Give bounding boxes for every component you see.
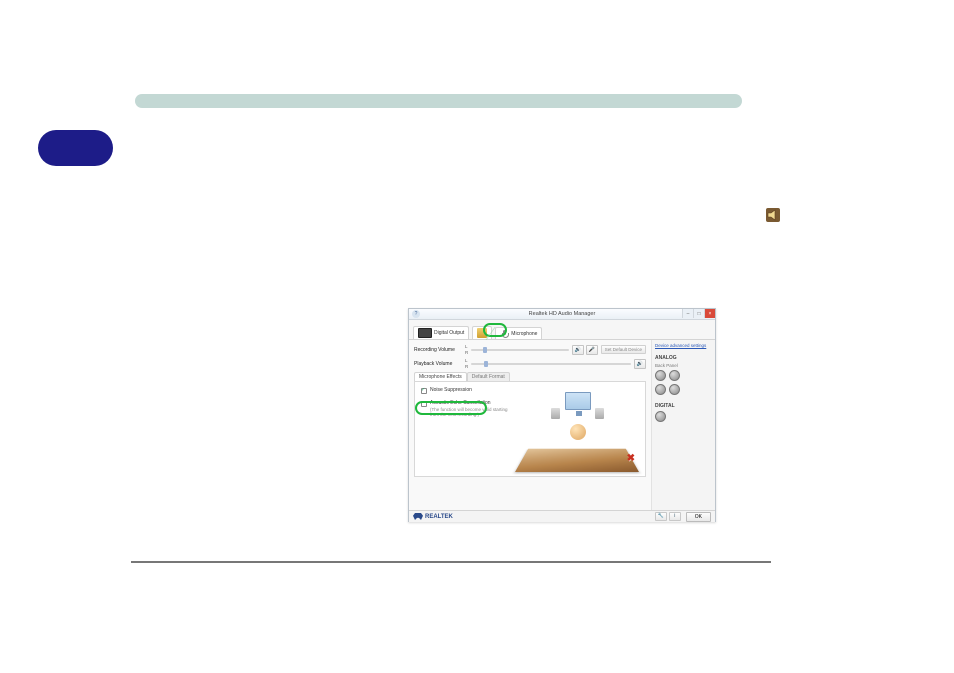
- device-tabs: Digital Output Speakers Microphone: [409, 320, 715, 340]
- realtek-logo: REALTEK: [413, 513, 453, 520]
- speaker-right-graphic: [595, 408, 604, 419]
- subtab-microphone-effects[interactable]: Microphone Effects: [414, 372, 467, 381]
- sub-tabs: Microphone Effects Default Format: [414, 372, 646, 381]
- recording-volume-row: Recording Volume L R 🔊 🎤 Set Default Dev…: [414, 344, 646, 355]
- volume-icon[interactable]: 🔊: [634, 359, 646, 369]
- brand-text: REALTEK: [425, 514, 453, 520]
- help-icon[interactable]: ?: [412, 310, 420, 318]
- tab-digital-output[interactable]: Digital Output: [413, 326, 469, 339]
- monitor-graphic: [565, 392, 591, 410]
- footer: REALTEK 🔧 i OK: [409, 510, 715, 522]
- floor-graphic: [515, 449, 639, 472]
- ok-button[interactable]: OK: [686, 512, 711, 522]
- speaker-left-graphic: [551, 408, 560, 419]
- analog-label: ANALOG: [655, 355, 712, 361]
- decorative-blue-pill: [38, 130, 113, 166]
- analog-jack[interactable]: [655, 384, 666, 395]
- maximize-button[interactable]: □: [693, 309, 704, 318]
- window-title: Realtek HD Audio Manager: [529, 311, 596, 317]
- red-x-icon: ✖: [627, 453, 635, 464]
- decorative-header-bar: [135, 94, 742, 108]
- info-icon[interactable]: i: [669, 512, 681, 521]
- noise-suppression-label: Noise Suppression: [430, 387, 472, 393]
- digital-jack[interactable]: [655, 411, 666, 422]
- tab-label: Digital Output: [434, 330, 464, 336]
- realtek-crab-icon: [413, 513, 423, 520]
- minimize-button[interactable]: –: [682, 309, 693, 318]
- realtek-audio-manager-window: ? Realtek HD Audio Manager – □ × Digital…: [408, 308, 716, 522]
- tab-label: Microphone: [511, 331, 537, 337]
- mic-boost-icon[interactable]: 🎤: [586, 345, 598, 355]
- main-panel: Recording Volume L R 🔊 🎤 Set Default Dev…: [409, 340, 651, 510]
- digital-label: DIGITAL: [655, 403, 712, 409]
- connector-panel: Device advanced settings ANALOG Back Pan…: [651, 340, 715, 510]
- effects-panel: Noise Suppression Acoustic Echo Cancella…: [414, 381, 646, 477]
- analog-jack[interactable]: [669, 384, 680, 395]
- close-button[interactable]: ×: [704, 309, 715, 318]
- volume-icon[interactable]: 🔊: [572, 345, 584, 355]
- digital-output-icon: [418, 328, 432, 338]
- tool-icon[interactable]: 🔧: [655, 512, 667, 521]
- channel-l: L: [465, 344, 468, 349]
- recording-volume-label: Recording Volume: [414, 347, 462, 353]
- playback-volume-label: Playback Volume: [414, 361, 462, 367]
- playback-volume-slider[interactable]: [471, 363, 631, 365]
- channel-l: L: [465, 358, 468, 363]
- playback-volume-row: Playback Volume L R 🔊: [414, 358, 646, 369]
- device-advanced-settings-link[interactable]: Device advanced settings: [655, 344, 712, 349]
- subtab-default-format[interactable]: Default Format: [467, 372, 510, 381]
- recording-volume-slider[interactable]: [471, 349, 568, 351]
- analog-jack[interactable]: [669, 370, 680, 381]
- back-panel-label: Back Panel: [655, 363, 712, 368]
- checkbox-icon: [421, 388, 427, 394]
- set-default-button[interactable]: Set Default Device: [601, 345, 646, 354]
- highlight-circle-noise-suppression: [415, 401, 487, 415]
- channel-r: R: [465, 350, 468, 355]
- decorative-rule: [131, 561, 771, 563]
- listener-head-graphic: [570, 424, 586, 440]
- analog-jack[interactable]: [655, 370, 666, 381]
- titlebar[interactable]: ? Realtek HD Audio Manager – □ ×: [409, 309, 715, 320]
- tray-speaker-icon[interactable]: [766, 208, 780, 222]
- channel-r: R: [465, 364, 468, 369]
- room-scene: ✖: [515, 386, 639, 472]
